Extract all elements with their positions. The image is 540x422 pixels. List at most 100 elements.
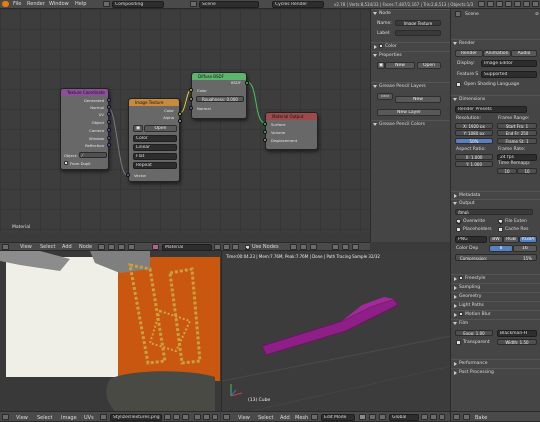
menu-help[interactable]: Help: [75, 1, 86, 7]
freestyle-checkbox[interactable]: [459, 276, 463, 280]
socket-displacement[interactable]: [263, 138, 267, 142]
material-output-node-header[interactable]: Material Output: [266, 113, 317, 120]
time-remap-new-field[interactable]: 10: [517, 168, 537, 174]
socket-reflection[interactable]: [107, 143, 111, 147]
image-menu-view[interactable]: View: [16, 415, 28, 421]
color-depth-8-button[interactable]: 8: [489, 245, 513, 252]
from-dupli-checkbox[interactable]: [64, 161, 68, 165]
panel-post-processing-header[interactable]: Post Processing: [451, 368, 540, 376]
menu-window[interactable]: Window: [49, 1, 69, 7]
rgb-button[interactable]: RGB: [503, 236, 519, 243]
color-space-dropdown[interactable]: Color: [133, 135, 177, 142]
render-tab-button[interactable]: Render: [455, 50, 483, 57]
scene-object-toggle[interactable]: ▭▭: [377, 93, 393, 100]
face-select-icon[interactable]: [439, 414, 445, 420]
properties-editor-type-icon[interactable]: [453, 414, 460, 420]
mode-dropdown[interactable]: Edit Mode: [321, 414, 355, 421]
image-menu-select[interactable]: Select: [37, 415, 52, 421]
rgba-button[interactable]: RGBA: [519, 236, 537, 243]
copy-icon[interactable]: [332, 244, 339, 250]
node-menu-view[interactable]: View: [20, 244, 32, 250]
image-menu-image[interactable]: Image: [61, 415, 77, 421]
use-nodes-checkbox[interactable]: [245, 245, 250, 250]
panel-render-header[interactable]: Render: [451, 39, 540, 47]
image-fake-user-icon[interactable]: [164, 414, 171, 420]
uv-sync-icon[interactable]: [194, 414, 201, 420]
viewport-type-icon[interactable]: [223, 414, 230, 420]
unlink-material-icon[interactable]: [232, 244, 239, 250]
snap-icon[interactable]: [300, 244, 307, 250]
shader-type-icon[interactable]: [98, 244, 105, 250]
transparent-checkbox[interactable]: [456, 340, 461, 345]
scene-icon[interactable]: [190, 1, 197, 7]
panel-light-paths-header[interactable]: Light Paths: [451, 301, 540, 309]
panel-node-header[interactable]: Node: [371, 9, 451, 17]
extension-dropdown[interactable]: Repeat: [133, 162, 177, 169]
line-style-icon[interactable]: [128, 244, 135, 250]
pivot-point-icon[interactable]: [369, 414, 376, 420]
image-editor[interactable]: [0, 251, 220, 411]
screen-layout-icon[interactable]: [103, 1, 110, 7]
diffuse-bsdf-node-header[interactable]: Diffuse BSDF: [192, 73, 246, 80]
placeholders-checkbox[interactable]: [456, 227, 461, 232]
shading-icon[interactable]: [359, 414, 366, 420]
socket-generated[interactable]: [107, 98, 111, 102]
viewport-menu-select[interactable]: Select: [258, 415, 273, 421]
cache-result-checkbox[interactable]: [498, 227, 503, 232]
image-browse-icon[interactable]: [100, 414, 107, 420]
diffuse-bsdf-node[interactable]: Diffuse BSDF BSDF Color Roughness: 0.000…: [189, 72, 249, 119]
frame-end-field[interactable]: End Fr: 250: [497, 130, 537, 136]
panel-color-header[interactable]: Color: [371, 42, 451, 50]
panel-output-header[interactable]: Output: [451, 199, 540, 207]
material-output-node[interactable]: Material Output Surface Volume Displacem…: [263, 112, 318, 150]
menu-render[interactable]: Render: [27, 1, 45, 7]
layers-icon[interactable]: [487, 1, 494, 7]
file-format-dropdown[interactable]: PNG: [455, 236, 487, 243]
socket-image-alpha[interactable]: [178, 119, 182, 123]
constraint-icon[interactable]: [505, 1, 512, 7]
image-editor-type-icon[interactable]: [2, 414, 9, 420]
resolution-percent-field[interactable]: 50%: [455, 138, 493, 144]
overwrite-checkbox[interactable]: [456, 219, 461, 224]
pivot-icon[interactable]: [212, 414, 218, 420]
uv-select-mode-icon[interactable]: [203, 414, 210, 420]
vertex-select-icon[interactable]: [421, 414, 428, 420]
socket-normal[interactable]: [107, 105, 111, 109]
snap-type-icon[interactable]: [310, 244, 317, 250]
socket-object[interactable]: [107, 120, 111, 124]
pin-icon[interactable]: [290, 244, 297, 250]
color-checkbox[interactable]: [379, 44, 383, 48]
compression-slider[interactable]: Compression: 15%: [455, 254, 537, 261]
image-texture-node-header[interactable]: Image Texture: [129, 99, 179, 106]
backdrop-icon[interactable]: [352, 244, 359, 250]
image-new-button[interactable]: New: [385, 62, 415, 69]
node-menu-add[interactable]: Add: [62, 244, 72, 250]
image-menu-uvs[interactable]: UVs: [84, 415, 94, 421]
image-name-dropdown[interactable]: StylizedTextures.png: [110, 414, 162, 421]
roughness-field[interactable]: Roughness: 0.000: [196, 96, 244, 102]
orientation-dropdown[interactable]: Global: [389, 414, 419, 421]
panel-sampling-header[interactable]: Sampling: [451, 283, 540, 291]
node-menu-select[interactable]: Select: [40, 244, 55, 250]
animation-tab-button[interactable]: Animation: [483, 50, 511, 57]
manipulator-icon[interactable]: [379, 414, 386, 420]
image-new-icon[interactable]: [173, 414, 180, 420]
socket-vector-input[interactable]: [126, 173, 130, 177]
resolution-y-field[interactable]: Y: 1080 px: [455, 130, 493, 136]
panel-dimensions-header[interactable]: Dimensions: [451, 95, 540, 103]
panel-properties-header[interactable]: Properties: [371, 51, 451, 59]
socket-image-color[interactable]: [178, 112, 182, 116]
osl-checkbox[interactable]: [456, 82, 461, 87]
render-icon[interactable]: [478, 1, 485, 7]
3d-viewport[interactable]: Time:00:04.23 | Mem:7.76M, Peak:7.76M | …: [221, 251, 450, 411]
paste-icon[interactable]: [342, 244, 349, 250]
scene-dropdown[interactable]: Scene: [199, 1, 259, 8]
frame-start-field[interactable]: Start Fra: 1: [497, 123, 537, 129]
time-remap-old-field[interactable]: 10: [497, 168, 517, 174]
socket-bsdf-output[interactable]: [245, 81, 249, 85]
aspect-x-field[interactable]: X: 1.000: [455, 154, 493, 160]
object-shader-icon[interactable]: [108, 244, 115, 250]
menu-file[interactable]: File: [13, 1, 21, 7]
add-material-icon[interactable]: [223, 244, 230, 250]
node-name-field[interactable]: Image Texture: [395, 20, 441, 26]
